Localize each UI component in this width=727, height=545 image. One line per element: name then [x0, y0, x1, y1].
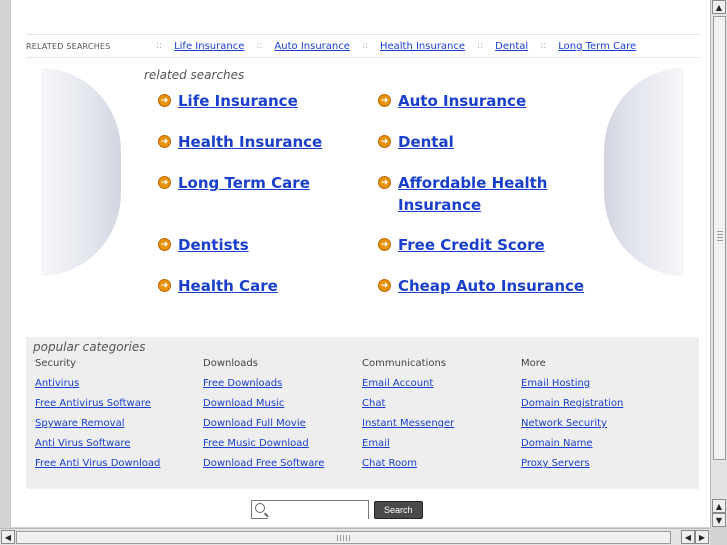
popular-categories-panel: popular categories Security Antivirus Fr…: [26, 337, 699, 489]
related-link-item: ➜ Cheap Auto Insurance: [378, 275, 584, 297]
related-link-affordable-health-insurance[interactable]: Affordable Health Insurance: [398, 172, 553, 216]
separator: ::: [361, 41, 368, 51]
category-link[interactable]: Free Antivirus Software: [35, 397, 160, 417]
arrow-circle-icon: ➜: [378, 176, 391, 189]
category-link[interactable]: Instant Messenger: [362, 417, 454, 437]
category-link[interactable]: Email Hosting: [521, 377, 623, 397]
category-link[interactable]: Antivirus: [35, 377, 160, 397]
decorative-arc-right: [604, 68, 684, 276]
related-searches-label: RELATED SEARCHES: [26, 41, 111, 51]
grip-icon: [717, 231, 723, 243]
related-link-dentists[interactable]: Dentists: [178, 234, 249, 256]
related-link-item: ➜ Affordable Health Insurance: [378, 172, 553, 216]
related-link-cheap-auto-insurance[interactable]: Cheap Auto Insurance: [398, 275, 584, 297]
related-link-health-insurance[interactable]: Health Insurance: [178, 131, 322, 153]
arrow-circle-icon: ➜: [378, 238, 391, 251]
arrow-circle-icon: ➜: [378, 135, 391, 148]
category-link[interactable]: Proxy Servers: [521, 457, 623, 477]
related-link-item: ➜ Health Insurance: [158, 131, 322, 153]
topbar-link-life-insurance[interactable]: Life Insurance: [174, 41, 244, 52]
separator: ::: [477, 41, 484, 51]
separator: ::: [156, 41, 163, 51]
category-heading: Security: [35, 358, 77, 369]
related-link-item: ➜ Auto Insurance: [378, 90, 526, 112]
category-link[interactable]: Download Music: [203, 397, 324, 417]
category-link[interactable]: Chat: [362, 397, 454, 417]
scroll-down-button[interactable]: ▼: [712, 513, 726, 527]
category-column-more: More Email Hosting Domain Registration N…: [521, 357, 623, 477]
category-link[interactable]: Spyware Removal: [35, 417, 160, 437]
category-column-communications: Communications Email Account Chat Instan…: [362, 357, 454, 477]
category-link[interactable]: Network Security: [521, 417, 623, 437]
related-link-item: ➜ Health Care: [158, 275, 278, 297]
arrow-circle-icon: ➜: [158, 94, 171, 107]
category-link[interactable]: Anti Virus Software: [35, 437, 160, 457]
topbar-link-dental[interactable]: Dental: [495, 41, 528, 52]
vertical-scroll-thumb[interactable]: [713, 16, 726, 460]
arrow-circle-icon: ➜: [158, 238, 171, 251]
arrow-circle-icon: ➜: [158, 176, 171, 189]
search-box: [251, 500, 369, 521]
scroll-left-button[interactable]: ◀: [1, 530, 15, 544]
related-link-free-credit-score[interactable]: Free Credit Score: [398, 234, 545, 256]
magnifier-icon: [255, 503, 265, 513]
category-link[interactable]: Free Music Download: [203, 437, 324, 457]
scroll-up-button[interactable]: ▲: [712, 0, 726, 14]
scroll-left-button-right[interactable]: ◀: [681, 530, 695, 544]
category-link[interactable]: Email Account: [362, 377, 454, 397]
horizontal-scroll-thumb[interactable]: [16, 531, 671, 544]
horizontal-scrollbar[interactable]: ◀ ◀ ▶: [0, 528, 710, 545]
category-heading: More: [521, 358, 546, 369]
related-link-item: ➜ Long Term Care: [158, 172, 310, 194]
separator: ::: [256, 41, 263, 51]
scrollbar-corner: [710, 528, 727, 545]
page-viewport: RELATED SEARCHES :: Life Insurance :: Au…: [10, 0, 710, 527]
category-heading: Downloads: [203, 358, 258, 369]
scroll-right-button[interactable]: ▶: [695, 530, 709, 544]
search-input[interactable]: [268, 506, 368, 521]
related-searches-title: related searches: [144, 68, 245, 82]
related-link-auto-insurance[interactable]: Auto Insurance: [398, 90, 526, 112]
related-link-item: ➜ Dentists: [158, 234, 249, 256]
category-link[interactable]: Email: [362, 437, 454, 457]
scroll-up-button-lower[interactable]: ▲: [712, 499, 726, 513]
related-link-dental[interactable]: Dental: [398, 131, 454, 153]
arrow-circle-icon: ➜: [158, 135, 171, 148]
topbar-link-health-insurance[interactable]: Health Insurance: [380, 41, 465, 52]
arrow-circle-icon: ➜: [378, 94, 391, 107]
category-column-security: Security Antivirus Free Antivirus Softwa…: [35, 357, 160, 477]
related-searches-section: related searches ➜ Life Insurance ➜ Heal…: [26, 62, 699, 317]
category-link[interactable]: Download Free Software: [203, 457, 324, 477]
category-column-downloads: Downloads Free Downloads Download Music …: [203, 357, 324, 477]
category-link[interactable]: Free Downloads: [203, 377, 324, 397]
separator: ::: [540, 41, 547, 51]
vertical-scrollbar[interactable]: ▲ ▲ ▼: [710, 0, 727, 527]
category-heading: Communications: [362, 358, 447, 369]
related-link-item: ➜ Life Insurance: [158, 90, 298, 112]
category-link[interactable]: Domain Registration: [521, 397, 623, 417]
popular-categories-title: popular categories: [33, 340, 146, 354]
category-link[interactable]: Free Anti Virus Download: [35, 457, 160, 477]
arrow-circle-icon: ➜: [158, 279, 171, 292]
category-link[interactable]: Domain Name: [521, 437, 623, 457]
related-searches-bar: RELATED SEARCHES :: Life Insurance :: Au…: [26, 34, 699, 58]
topbar-link-auto-insurance[interactable]: Auto Insurance: [274, 41, 349, 52]
related-link-item: ➜ Free Credit Score: [378, 234, 545, 256]
related-link-life-insurance[interactable]: Life Insurance: [178, 90, 298, 112]
topbar-link-long-term-care[interactable]: Long Term Care: [558, 41, 636, 52]
related-link-item: ➜ Dental: [378, 131, 454, 153]
search-form: Search: [251, 500, 423, 521]
search-button[interactable]: Search: [374, 500, 423, 519]
category-link[interactable]: Chat Room: [362, 457, 454, 477]
related-link-health-care[interactable]: Health Care: [178, 275, 278, 297]
category-link[interactable]: Download Full Movie: [203, 417, 324, 437]
decorative-arc-left: [41, 68, 121, 276]
related-link-long-term-care[interactable]: Long Term Care: [178, 172, 310, 194]
grip-icon: [337, 535, 351, 541]
arrow-circle-icon: ➜: [378, 279, 391, 292]
